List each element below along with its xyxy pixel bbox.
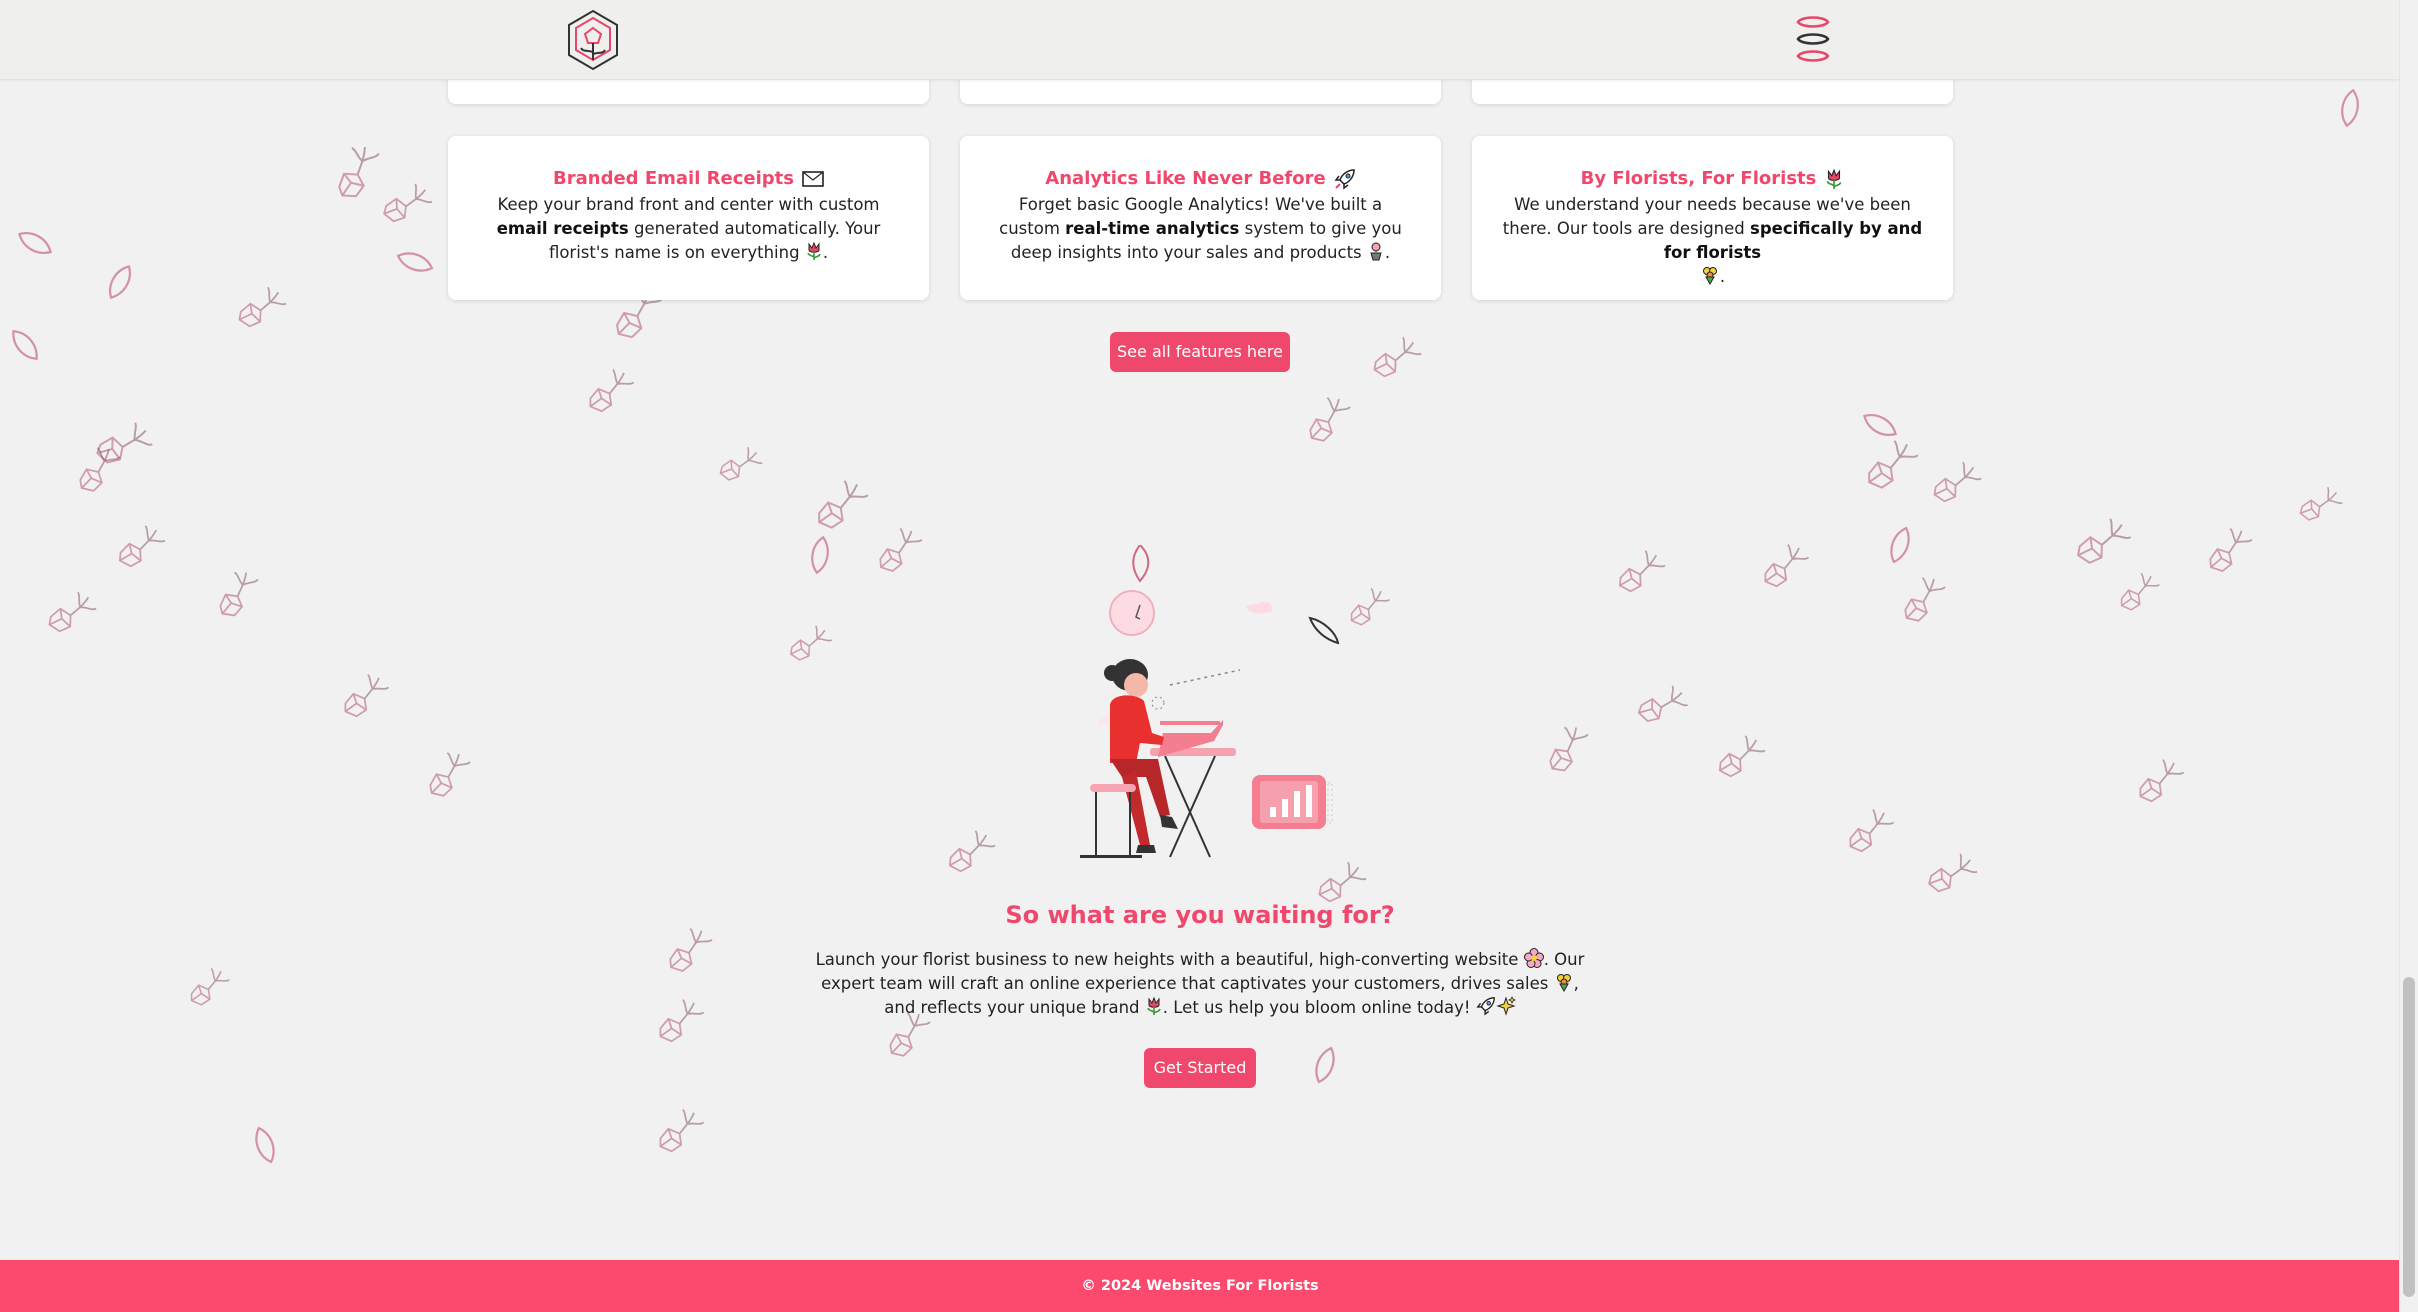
cta-heading: So what are you waiting for? — [1005, 901, 1395, 929]
menu-icon[interactable] — [1790, 12, 1836, 66]
potted-flower-emoji-icon — [1370, 242, 1382, 261]
feature-title-text: Branded Email Receipts — [553, 168, 794, 189]
desc-text: . — [1384, 243, 1391, 262]
cta-paragraph: Launch your florist business to new heig… — [805, 948, 1595, 1020]
woman-at-laptop-illustration — [1080, 545, 1340, 858]
tulip-emoji-icon — [807, 241, 821, 260]
feature-description: We understand your needs because we've b… — [1498, 193, 1927, 289]
page-footer: © 2024 Websites For Florists — [0, 1260, 2400, 1312]
desc-text: . — [822, 243, 829, 262]
sparkles-emoji-icon — [1496, 996, 1516, 1016]
feature-title-text: By Florists, For Florists — [1580, 168, 1817, 189]
feature-description: Keep your brand front and center with cu… — [474, 193, 903, 265]
rocket-icon — [1334, 169, 1355, 190]
envelope-icon — [802, 171, 824, 187]
rocket-emoji-icon — [1476, 997, 1495, 1016]
desc-text: Keep your brand front and center with cu… — [497, 195, 880, 214]
feature-title: Branded Email Receipts — [474, 167, 903, 191]
bouquet-emoji-icon — [1702, 267, 1717, 285]
scrollbar-thumb[interactable] — [2403, 977, 2415, 1297]
tulip-emoji-icon — [1147, 996, 1161, 1015]
cta-text: Launch your florist business to new heig… — [815, 950, 1524, 969]
feature-title-text: Analytics Like Never Before — [1045, 168, 1326, 189]
desc-text: . — [1719, 267, 1726, 286]
blossom-emoji-icon — [1523, 948, 1544, 968]
feature-description: Forget basic Google Analytics! We've bui… — [986, 193, 1415, 265]
feature-card-analytics: Analytics Like Never Before Forget basic… — [960, 136, 1441, 300]
cta-text: . Let us help you bloom online today! — [1162, 998, 1476, 1017]
desc-emphasis: real-time analytics — [1065, 219, 1240, 238]
feature-title: Analytics Like Never Before — [986, 167, 1415, 191]
see-all-features-button[interactable]: See all features here — [1110, 332, 1290, 372]
desc-emphasis: email receipts — [496, 219, 629, 238]
rose-hexagon-logo-icon[interactable] — [565, 8, 621, 72]
bouquet-emoji-icon — [1556, 974, 1571, 992]
footer-copyright: © 2024 Websites For Florists — [1081, 1278, 1319, 1294]
get-started-button[interactable]: Get Started — [1144, 1048, 1256, 1088]
feature-card-email-receipts: Branded Email Receipts Keep your brand f… — [448, 136, 929, 300]
feature-title: By Florists, For Florists — [1498, 167, 1927, 191]
tulip-icon — [1826, 168, 1842, 189]
page-scrollbar[interactable] — [2399, 0, 2418, 1312]
feature-card-florists: By Florists, For Florists We understand … — [1472, 136, 1953, 300]
top-navigation-bar — [0, 0, 2400, 80]
